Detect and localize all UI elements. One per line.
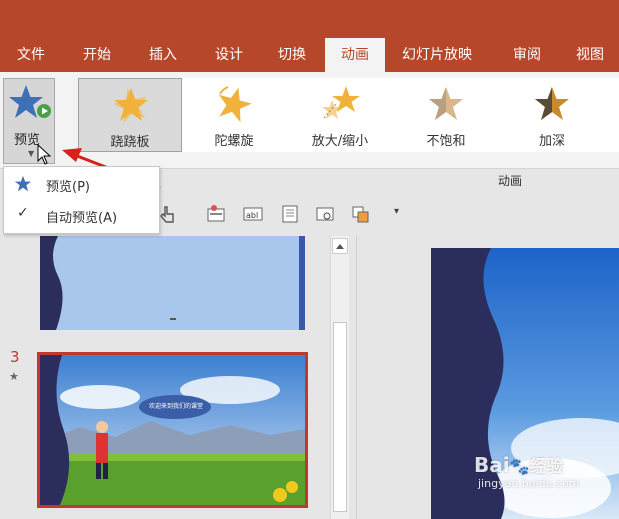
animation-darken[interactable]: 加深	[500, 78, 604, 152]
quick-toolbar: abl ▾	[158, 200, 619, 230]
slide-thumbnail-panel: 欢迎来到我们的课堂	[0, 230, 330, 519]
menu-item-auto-preview[interactable]: ✓ 自动预览(A)	[4, 200, 159, 230]
overflow-icon[interactable]: ▾	[394, 206, 399, 217]
group-label-animation: 动画	[498, 174, 523, 188]
scroll-up-button[interactable]	[332, 238, 348, 254]
teeter-star-icon	[113, 88, 148, 123]
slide-number: 3	[10, 348, 20, 366]
baidu-watermark: Bai🐾经验 jingyan.baidu.com	[474, 452, 580, 490]
slide-dash	[170, 318, 176, 320]
cursor-icon	[37, 144, 52, 165]
slide-edge-bar	[299, 236, 305, 330]
desaturate-star-icon	[429, 87, 463, 120]
search-window-icon[interactable]	[315, 204, 335, 224]
animation-marker-icon: ★	[9, 370, 19, 383]
watermark-url: jingyan.baidu.com	[478, 477, 580, 490]
animation-label: 不饱和	[426, 134, 466, 149]
star-play-icon	[9, 85, 51, 118]
slide-bubble-text: 欢迎来到我们的课堂	[148, 403, 203, 410]
check-icon: ✓	[17, 205, 29, 221]
hand-pointer-icon[interactable]	[158, 204, 178, 224]
menu-item-label: 自动预览(A)	[46, 211, 118, 226]
tab-animations[interactable]: 动画	[325, 38, 385, 72]
grow-shrink-star-icon	[322, 86, 360, 119]
svg-text:abl: abl	[246, 211, 258, 220]
textbox-icon[interactable]: abl	[243, 204, 263, 224]
watermark-logo: Bai🐾经验	[474, 453, 564, 477]
slide-thumbnail-2[interactable]	[40, 236, 305, 330]
menu-item-preview[interactable]: 预览(P)	[4, 169, 159, 199]
menu-item-label: 预览(P)	[46, 180, 90, 195]
tab-insert[interactable]: 插入	[134, 38, 192, 72]
slide-wave-decoration	[40, 236, 63, 330]
chevron-down-icon: ▼	[28, 149, 35, 158]
star-icon	[14, 175, 32, 192]
animation-grow-shrink[interactable]: 放大/缩小	[288, 78, 392, 152]
animation-spin[interactable]: 陀螺旋	[184, 78, 284, 152]
chevron-up-icon	[336, 244, 344, 249]
tab-review[interactable]: 审阅	[500, 38, 554, 72]
document-icon[interactable]	[280, 204, 300, 224]
preview-dropdown-menu: 预览(P) ✓ 自动预览(A)	[3, 166, 160, 234]
tab-file[interactable]: 文件	[4, 38, 58, 72]
tab-home[interactable]: 开始	[68, 38, 126, 72]
picture-text-icon[interactable]	[206, 204, 226, 224]
copy-format-icon[interactable]	[351, 204, 371, 224]
thumbnail-scrollbar[interactable]	[330, 236, 349, 519]
ribbon-tabs: 文件 开始 插入 设计 切换 动画 幻灯片放映 审阅 视图	[0, 38, 619, 72]
animation-desaturate[interactable]: 不饱和	[394, 78, 498, 152]
animation-label: 陀螺旋	[214, 134, 254, 149]
tab-transitions[interactable]: 切换	[264, 38, 320, 72]
animation-label: 加深	[538, 134, 565, 149]
tab-design[interactable]: 设计	[200, 38, 258, 72]
scroll-thumb[interactable]	[333, 322, 347, 512]
tab-slideshow[interactable]: 幻灯片放映	[393, 38, 481, 72]
darken-star-icon	[535, 87, 569, 120]
slide-thumbnail-3[interactable]: 欢迎来到我们的课堂	[37, 352, 308, 508]
tab-view[interactable]: 视图	[562, 38, 618, 72]
slide-3-preview	[40, 355, 305, 505]
animation-label: 放大/缩小	[311, 134, 369, 149]
spin-star-icon	[218, 86, 252, 123]
